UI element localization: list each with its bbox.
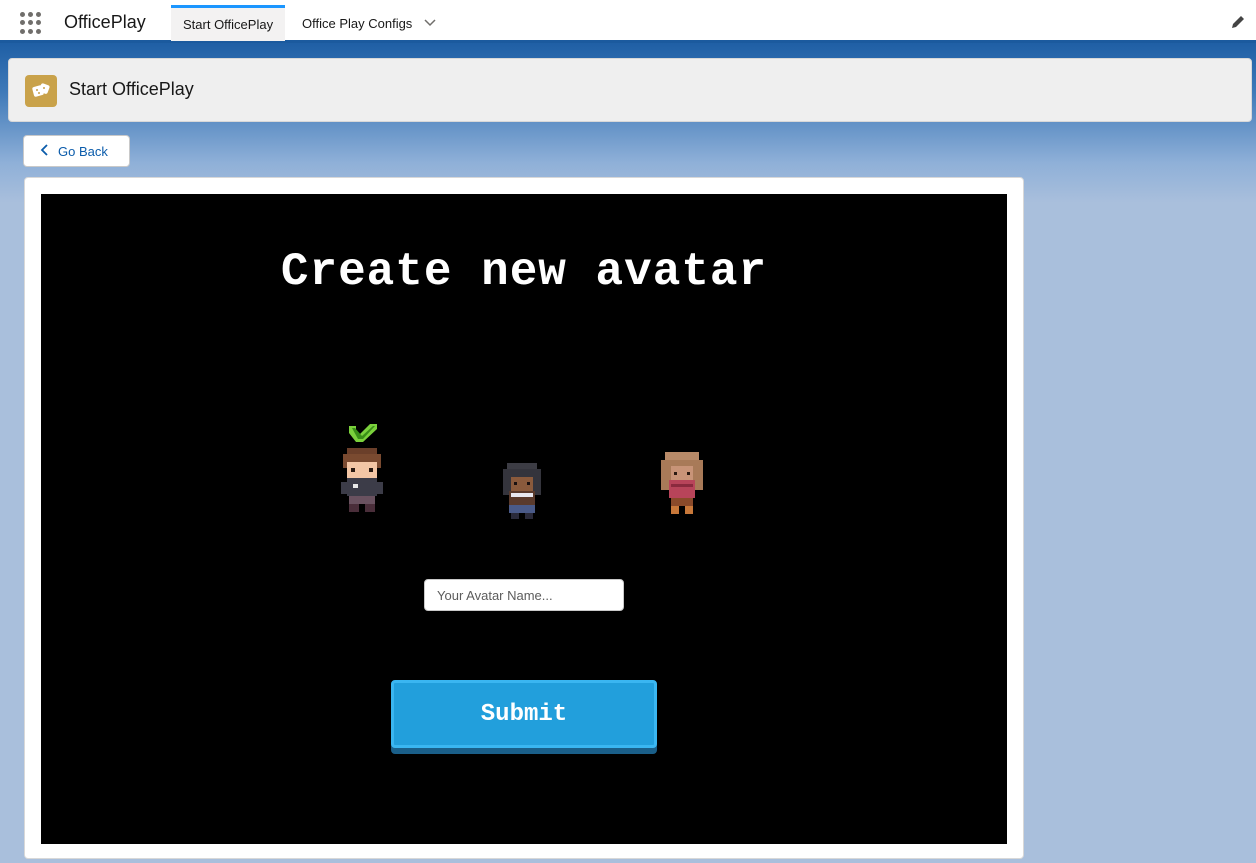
selected-check-icon bbox=[349, 424, 377, 442]
dice-icon bbox=[25, 75, 57, 107]
global-nav-bar: OfficePlay Start OfficePlay Office Play … bbox=[0, 0, 1256, 43]
go-back-button[interactable]: Go Back bbox=[23, 135, 130, 167]
tab-label: Start OfficePlay bbox=[183, 17, 274, 32]
avatar-name-input[interactable] bbox=[424, 579, 624, 611]
chevron-left-icon bbox=[40, 143, 48, 159]
avatar-option-3[interactable] bbox=[657, 448, 707, 518]
app-name: OfficePlay bbox=[64, 12, 146, 32]
submit-button[interactable]: Submit bbox=[391, 680, 657, 748]
submit-label: Submit bbox=[480, 700, 568, 728]
chevron-down-icon[interactable] bbox=[424, 16, 436, 30]
pencil-icon[interactable] bbox=[1230, 14, 1246, 30]
tab-start-officeplay[interactable]: Start OfficePlay bbox=[171, 5, 286, 41]
page-header: Start OfficePlay bbox=[8, 58, 1252, 122]
tab-office-play-configs[interactable]: Office Play Configs bbox=[290, 5, 448, 41]
game-title: Create new avatar bbox=[280, 246, 768, 298]
avatar-option-1[interactable] bbox=[337, 444, 387, 514]
tab-label: Office Play Configs bbox=[302, 15, 413, 31]
avatar-option-2[interactable] bbox=[497, 456, 547, 526]
go-back-label: Go Back bbox=[58, 143, 108, 159]
app-launcher-icon[interactable] bbox=[20, 12, 42, 34]
game-card: Create new avatar Your Avatar Name... Su… bbox=[24, 177, 1024, 859]
game-canvas: Create new avatar Your Avatar Name... Su… bbox=[41, 194, 1007, 844]
page-title: Start OfficePlay bbox=[69, 79, 194, 99]
